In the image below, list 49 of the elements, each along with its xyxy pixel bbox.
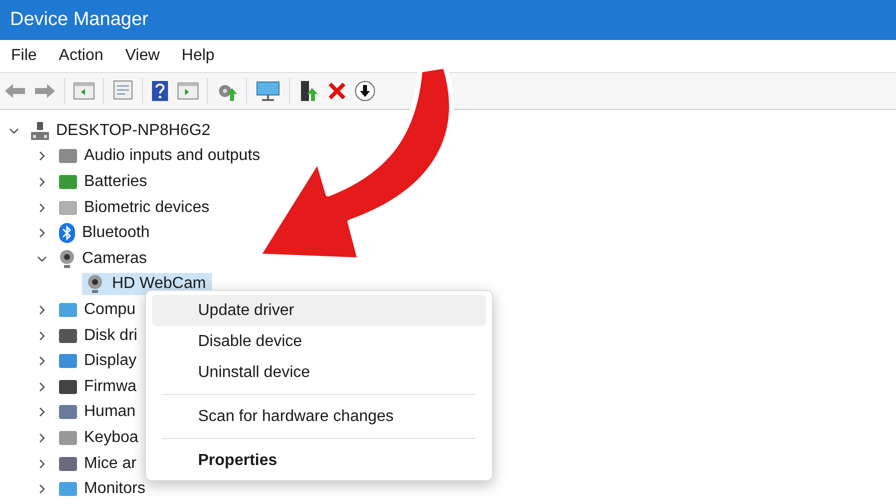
window-pane-icon[interactable] (177, 81, 199, 101)
menu-item[interactable]: Action (58, 47, 104, 65)
tree-item[interactable]: Audio inputs and outputs (84, 147, 260, 166)
device-icon (58, 352, 78, 370)
menu-item[interactable]: File (11, 47, 37, 65)
tree-item[interactable]: Display (84, 352, 136, 370)
tree-item[interactable]: Monitors (84, 480, 146, 498)
device-icon (58, 172, 78, 191)
device-icon (58, 378, 78, 396)
device-icon (58, 198, 78, 217)
close-icon[interactable] (328, 82, 346, 100)
monitor-icon[interactable] (255, 80, 281, 102)
device-upload-icon[interactable] (298, 80, 320, 102)
help-icon[interactable] (151, 80, 169, 102)
tree-item[interactable]: Human (84, 403, 136, 422)
tree-item[interactable]: Keyboa (84, 428, 138, 447)
tree-item[interactable]: Disk dri (84, 326, 138, 345)
window-pane-icon[interactable] (73, 81, 95, 101)
menu-item[interactable]: Scan for hardware changes (152, 401, 486, 432)
device-icon (58, 454, 78, 473)
device-icon (58, 403, 78, 422)
tree-item[interactable]: Compu (84, 300, 136, 319)
webcam-icon (58, 248, 76, 269)
computer-icon (30, 120, 50, 141)
menu-item[interactable]: Update driver (152, 295, 486, 326)
tree-item[interactable]: DESKTOP-NP8H6G2 (56, 122, 210, 140)
document-icon[interactable] (112, 80, 134, 102)
window-title: Device Manager (10, 9, 148, 31)
menu-item[interactable]: Help (182, 47, 215, 65)
menu-item[interactable]: Uninstall device (152, 357, 486, 388)
tree-item[interactable]: Batteries (84, 172, 148, 191)
device-icon (58, 428, 78, 447)
tree-item[interactable]: Mice ar (84, 454, 136, 473)
device-icon (58, 326, 78, 345)
menu-item[interactable]: View (125, 47, 160, 65)
device-icon (58, 147, 78, 166)
tree-item[interactable]: Biometric devices (84, 198, 210, 217)
device-icon (58, 300, 78, 319)
download-icon[interactable] (354, 80, 376, 102)
webcam-icon (86, 274, 104, 294)
forward-icon[interactable] (34, 83, 56, 99)
tree-item[interactable]: Bluetooth (82, 224, 150, 242)
back-icon[interactable] (4, 83, 26, 99)
menu-item[interactable]: Properties (152, 445, 486, 476)
bluetooth-icon (58, 223, 76, 244)
tree-item[interactable]: Cameras (82, 250, 147, 268)
menu-item[interactable]: Disable device (152, 326, 486, 357)
tree-item[interactable]: Firmwa (84, 378, 136, 396)
device-icon (58, 480, 78, 498)
